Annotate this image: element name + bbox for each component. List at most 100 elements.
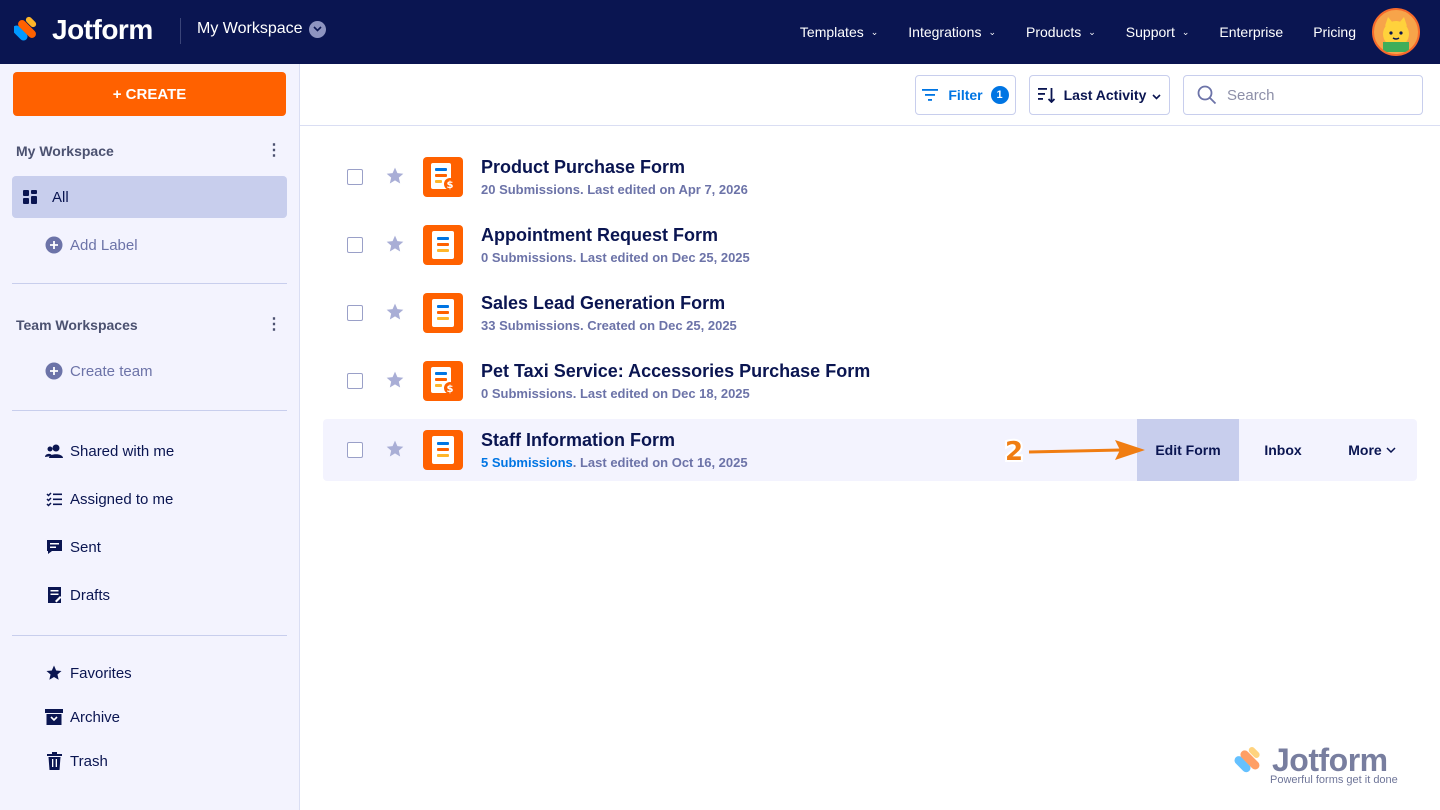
form-select-checkbox[interactable] bbox=[347, 169, 363, 185]
user-avatar[interactable] bbox=[1372, 8, 1420, 56]
filter-button[interactable]: Filter 1 bbox=[915, 75, 1016, 115]
sidebar-item-assigned[interactable]: Assigned to me bbox=[12, 478, 287, 520]
chevron-down-icon bbox=[1386, 447, 1396, 453]
sidebar-item-drafts[interactable]: Drafts bbox=[12, 574, 287, 616]
form-row[interactable]: $ Product Purchase Form 20 Submissions. … bbox=[323, 146, 1417, 208]
avatar-cat-icon bbox=[1383, 17, 1409, 52]
sidebar-item-sent-label: Sent bbox=[70, 538, 101, 556]
sort-label: Last Activity bbox=[1063, 87, 1147, 103]
create-button[interactable]: + CREATE bbox=[13, 72, 286, 116]
star-icon[interactable] bbox=[385, 166, 405, 186]
nav-templates[interactable]: Templates ⌄ bbox=[800, 24, 878, 40]
form-row-actions: Edit Form Inbox More bbox=[1137, 419, 1417, 481]
sidebar-item-archive-label: Archive bbox=[70, 708, 121, 726]
form-edited-date: . Last edited on Dec 25, 2025 bbox=[572, 250, 750, 265]
sort-icon bbox=[1037, 88, 1055, 103]
team-workspaces-title: Team Workspaces bbox=[16, 317, 138, 333]
nav-products-label: Products bbox=[1026, 24, 1082, 40]
workspace-switcher[interactable]: My Workspace bbox=[197, 20, 326, 38]
search-input[interactable] bbox=[1227, 86, 1407, 104]
chevron-down-icon: ⌄ bbox=[988, 26, 996, 37]
form-title[interactable]: Pet Taxi Service: Accessories Purchase F… bbox=[481, 361, 870, 382]
sidebar-item-all-label: All bbox=[52, 188, 69, 206]
sidebar-item-favorites[interactable]: Favorites bbox=[12, 652, 287, 694]
sidebar-divider bbox=[12, 635, 287, 636]
search-icon bbox=[1197, 85, 1217, 105]
form-edited-date: . Created on Dec 25, 2025 bbox=[579, 318, 737, 333]
form-edited-date: . Last edited on Oct 16, 2025 bbox=[572, 455, 748, 470]
sidebar-item-all[interactable]: All bbox=[12, 176, 287, 218]
nav-templates-label: Templates bbox=[799, 24, 864, 40]
sidebar-item-assigned-label: Assigned to me bbox=[70, 490, 174, 508]
form-title[interactable]: Appointment Request Form bbox=[481, 225, 718, 246]
more-button[interactable]: More bbox=[1327, 419, 1417, 481]
search-box[interactable] bbox=[1183, 75, 1423, 115]
sidebar-item-trash[interactable]: Trash bbox=[12, 740, 287, 782]
form-title[interactable]: Staff Information Form bbox=[481, 430, 675, 451]
jotform-logo[interactable]: Jotform bbox=[14, 14, 153, 46]
top-navbar: Jotform My Workspace Templates ⌄ Integrat… bbox=[0, 0, 1440, 64]
filter-count-badge: 1 bbox=[990, 86, 1009, 104]
inbox-button[interactable]: Inbox bbox=[1239, 419, 1327, 481]
users-icon bbox=[44, 441, 64, 461]
sort-dropdown[interactable]: Last Activity bbox=[1029, 75, 1170, 115]
payment-form-icon: $ bbox=[423, 157, 463, 197]
chevron-down-icon bbox=[1152, 87, 1161, 103]
form-title[interactable]: Sales Lead Generation Form bbox=[481, 293, 725, 314]
my-workspace-title: My Workspace bbox=[16, 143, 114, 159]
form-title[interactable]: Product Purchase Form bbox=[481, 157, 685, 178]
form-row[interactable]: Sales Lead Generation Form 33 Submission… bbox=[323, 282, 1417, 344]
message-icon bbox=[44, 537, 64, 557]
nav-support-label: Support bbox=[1125, 24, 1175, 40]
brand-name: Jotform bbox=[52, 14, 153, 45]
form-row[interactable]: $ Pet Taxi Service: Accessories Purchase… bbox=[323, 350, 1417, 412]
chevron-down-icon bbox=[308, 20, 326, 38]
star-icon[interactable] bbox=[385, 439, 405, 459]
plus-circle-icon bbox=[44, 361, 64, 381]
archive-icon bbox=[44, 707, 64, 727]
form-meta: 5 Submissions. Last edited on Oct 16, 20… bbox=[481, 455, 748, 470]
sidebar: + CREATE My Workspace ⋮ All Add Label Te… bbox=[0, 64, 300, 810]
my-workspace-options-icon[interactable]: ⋮ bbox=[266, 140, 282, 160]
checklist-icon bbox=[44, 489, 64, 509]
form-meta: 20 Submissions. Last edited on Apr 7, 20… bbox=[481, 182, 748, 197]
form-select-checkbox[interactable] bbox=[347, 237, 363, 253]
nav-divider bbox=[180, 18, 181, 44]
sidebar-item-drafts-label: Drafts bbox=[70, 586, 111, 604]
form-select-checkbox[interactable] bbox=[347, 442, 363, 458]
trash-icon bbox=[44, 751, 64, 771]
create-team-button[interactable]: Create team bbox=[12, 350, 287, 392]
nav-enterprise-label: Enterprise bbox=[1219, 24, 1284, 40]
sidebar-item-sent[interactable]: Sent bbox=[12, 526, 287, 568]
form-icon bbox=[423, 225, 463, 265]
sidebar-divider bbox=[12, 410, 287, 411]
submissions-link[interactable]: 5 Submissions bbox=[481, 455, 573, 470]
add-label-button[interactable]: Add Label bbox=[12, 224, 287, 266]
filter-icon bbox=[922, 89, 939, 101]
step-number: 2 bbox=[1005, 437, 1023, 467]
star-icon[interactable] bbox=[385, 370, 405, 390]
workspace-switcher-label: My Workspace bbox=[197, 20, 303, 37]
star-icon[interactable] bbox=[385, 302, 405, 322]
nav-pricing-label: Pricing bbox=[1313, 24, 1356, 40]
nav-pricing[interactable]: Pricing bbox=[1313, 24, 1356, 40]
form-row-hovered[interactable]: Staff Information Form 5 Submissions. La… bbox=[323, 419, 1417, 481]
nav-enterprise[interactable]: Enterprise bbox=[1219, 24, 1283, 40]
sidebar-item-archive[interactable]: Archive bbox=[12, 696, 287, 738]
form-row[interactable]: Appointment Request Form 0 Submissions. … bbox=[323, 214, 1417, 276]
submissions-count: 0 Submissions bbox=[481, 386, 573, 401]
form-select-checkbox[interactable] bbox=[347, 305, 363, 321]
form-select-checkbox[interactable] bbox=[347, 373, 363, 389]
star-icon[interactable] bbox=[385, 234, 405, 254]
plus-circle-icon bbox=[44, 235, 64, 255]
chevron-down-icon: ⌄ bbox=[1181, 26, 1190, 37]
team-workspaces-options-icon[interactable]: ⋮ bbox=[266, 314, 282, 334]
nav-support[interactable]: Support ⌄ bbox=[1126, 24, 1190, 40]
jotform-watermark: Jotform Powerful forms get it done bbox=[1232, 742, 1412, 792]
svg-text:$: $ bbox=[447, 384, 454, 395]
create-team-label: Create team bbox=[70, 362, 153, 380]
sidebar-item-shared[interactable]: Shared with me bbox=[12, 430, 287, 472]
filter-label: Filter bbox=[948, 87, 983, 103]
nav-integrations[interactable]: Integrations ⌄ bbox=[908, 24, 996, 40]
nav-products[interactable]: Products ⌄ bbox=[1026, 24, 1096, 40]
